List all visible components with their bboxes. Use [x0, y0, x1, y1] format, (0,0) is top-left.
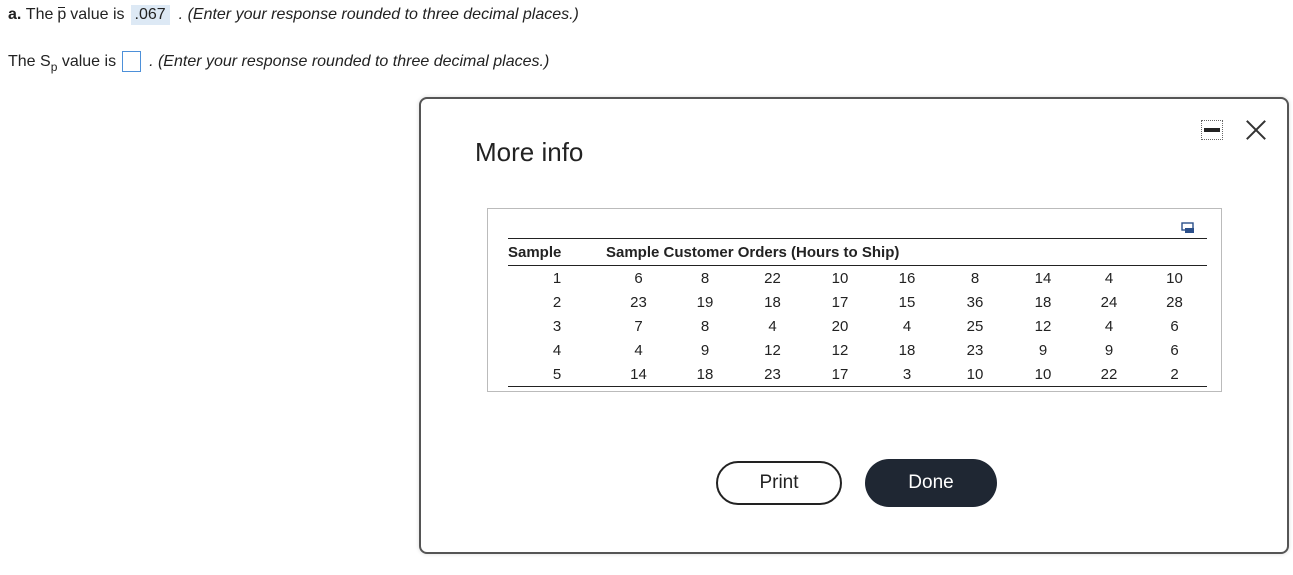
order-hours-cell: 22: [764, 269, 781, 287]
sp-answer-field[interactable]: [122, 51, 142, 72]
table-row: 5 14 18 23 17 3 10 10 22 2: [508, 362, 1207, 387]
table-row: 2 23 19 18 17 15 36 18 24 28: [508, 290, 1207, 314]
sample-number-cell: 2: [552, 293, 562, 311]
dialog-title: More info: [475, 137, 584, 167]
order-hours-cell: 4: [1104, 269, 1114, 287]
table-row: 4 4 9 12 12 18 23 9 9 6: [508, 338, 1207, 362]
order-hours-cell: 17: [831, 293, 849, 311]
order-hours-cell: 4: [1104, 317, 1114, 335]
order-hours-cell: 7: [634, 317, 643, 335]
order-hours-cell: 4: [634, 341, 643, 359]
order-hours-cell: 14: [1034, 269, 1052, 287]
pbar-symbol: p: [57, 6, 67, 23]
order-hours-cell: 18: [764, 293, 781, 311]
question-pbar: a. The p value is .067 . (Enter your respons…: [8, 5, 579, 25]
pbar-prefix: The: [25, 6, 54, 23]
table-row: 3 7 8 4 20 4 25 12 4 6: [508, 314, 1207, 338]
order-hours-cell: 15: [898, 293, 916, 311]
order-hours-cell: 6: [1170, 317, 1179, 335]
sp-prefix: The S: [8, 52, 51, 70]
sample-number-cell: 5: [508, 362, 606, 387]
orders-table: Sample Sample Customer Orders (Hours to …: [508, 238, 1207, 387]
order-hours-cell: 24: [1100, 293, 1118, 311]
order-hours-cell: 23: [630, 293, 647, 311]
pbar-hint: . (Enter your response rounded to three …: [178, 6, 579, 23]
order-hours-cell: 8: [700, 269, 710, 287]
order-hours-cell: 16: [898, 269, 916, 287]
order-hours-cell: 10: [940, 362, 1010, 387]
order-hours-cell: 8: [970, 269, 980, 287]
order-hours-cell: 9: [700, 341, 710, 359]
order-hours-cell: 4: [768, 317, 777, 335]
order-hours-cell: 12: [764, 341, 781, 359]
order-hours-cell: 10: [1166, 269, 1183, 287]
question-sp: The Sp value is . (Enter your response ro…: [8, 51, 550, 74]
print-button[interactable]: Print: [716, 461, 842, 505]
minimize-icon[interactable]: [1201, 120, 1223, 140]
order-hours-cell: 6: [634, 269, 643, 287]
order-hours-cell: 9: [1104, 341, 1114, 359]
order-hours-cell: 12: [1034, 317, 1052, 335]
pbar-suffix: value is: [70, 6, 125, 23]
header-sample: Sample: [508, 238, 606, 266]
data-table-panel: Sample Sample Customer Orders (Hours to …: [487, 208, 1222, 392]
order-hours-cell: 18: [1034, 293, 1052, 311]
order-hours-cell: 12: [831, 341, 849, 359]
order-hours-cell: 18: [898, 341, 916, 359]
order-hours-cell: 8: [700, 317, 710, 335]
order-hours-cell: 9: [1038, 341, 1048, 359]
more-info-dialog: More info Sample Sample Customer Orders …: [419, 97, 1289, 554]
order-hours-cell: 14: [606, 362, 671, 387]
order-hours-cell: 22: [1076, 362, 1142, 387]
order-hours-cell: 18: [671, 362, 739, 387]
sample-number-cell: 1: [552, 269, 562, 287]
table-header-row: Sample Sample Customer Orders (Hours to …: [508, 238, 1207, 266]
sp-suffix: value is: [61, 52, 117, 70]
copy-icon[interactable]: [1181, 222, 1195, 234]
order-hours-cell: 17: [806, 362, 874, 387]
table-row: 1 6 8 22 10 16 8 14 4 10: [508, 266, 1207, 291]
sample-number-cell: 4: [552, 341, 562, 359]
order-hours-cell: 23: [966, 341, 984, 359]
sp-hint: . (Enter your response rounded to three …: [149, 52, 550, 70]
sp-subscript: p: [50, 59, 58, 74]
order-hours-cell: 6: [1170, 341, 1179, 359]
pbar-answer-field[interactable]: .067: [130, 5, 170, 25]
order-hours-cell: 20: [831, 317, 849, 335]
order-hours-cell: 23: [739, 362, 806, 387]
order-hours-cell: 19: [696, 293, 714, 311]
header-orders: Sample Customer Orders (Hours to Ship): [606, 238, 1207, 266]
order-hours-cell: 2: [1142, 362, 1207, 387]
done-button[interactable]: Done: [865, 459, 997, 507]
order-hours-cell: 10: [831, 269, 849, 287]
order-hours-cell: 25: [966, 317, 984, 335]
sample-number-cell: 3: [552, 317, 562, 335]
close-icon[interactable]: [1243, 117, 1269, 143]
order-hours-cell: 36: [966, 293, 984, 311]
part-label: a.: [8, 6, 22, 23]
order-hours-cell: 28: [1166, 293, 1183, 311]
order-hours-cell: 4: [902, 317, 912, 335]
order-hours-cell: 3: [874, 362, 940, 387]
order-hours-cell: 10: [1010, 362, 1076, 387]
